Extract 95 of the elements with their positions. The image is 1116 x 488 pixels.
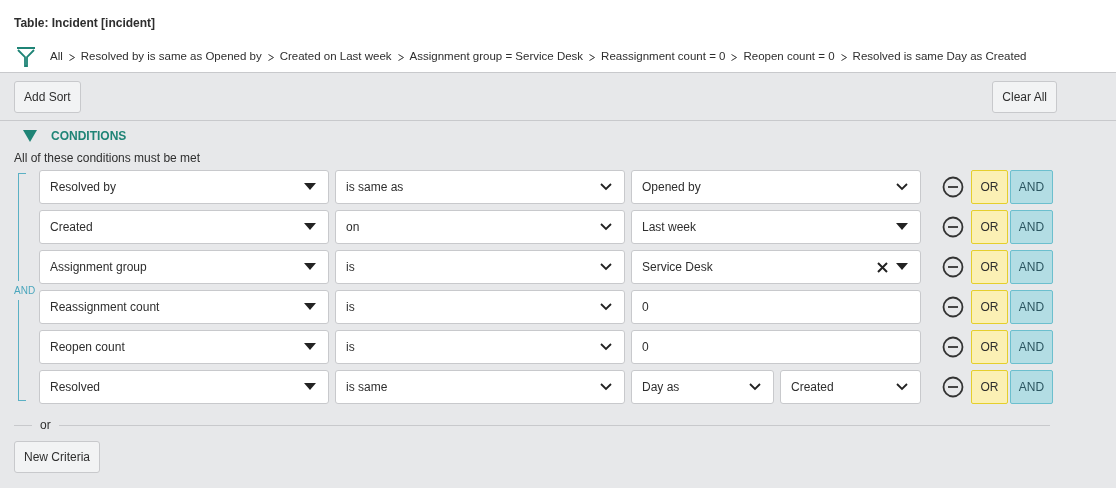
chevron-down-icon [600, 263, 612, 271]
or-button[interactable]: OR [971, 250, 1008, 284]
clear-all-button[interactable]: Clear All [992, 80, 1057, 113]
triangle-down-icon [304, 223, 316, 231]
or-button[interactable]: OR [971, 330, 1008, 364]
chevron-down-icon [600, 383, 612, 391]
dropdown-value: Assignment group [50, 259, 148, 276]
dropdown-value: Created [791, 379, 835, 396]
dropdown-field[interactable]: Day as [631, 370, 774, 404]
chevron-right-icon [731, 53, 738, 61]
dropdown-value: Created [50, 219, 94, 236]
group-operator-label: AND [14, 281, 36, 300]
chevron-down-icon [600, 183, 612, 191]
or-button[interactable]: OR [971, 210, 1008, 244]
collapse-toggle-icon[interactable] [23, 130, 37, 142]
dropdown-field[interactable]: Created [39, 210, 329, 244]
or-separator-label: or [40, 417, 51, 434]
triangle-down-icon [304, 263, 316, 271]
and-button[interactable]: AND [1010, 330, 1053, 364]
and-button[interactable]: AND [1010, 290, 1053, 324]
section-heading: CONDITIONS [51, 128, 127, 145]
chevron-down-icon [896, 183, 908, 191]
and-button[interactable]: AND [1010, 170, 1053, 204]
remove-icon[interactable] [942, 216, 964, 238]
chevron-right-icon [267, 53, 274, 61]
breadcrumb-link[interactable]: Created on Last week [279, 48, 392, 66]
chevron-down-icon [896, 383, 908, 391]
remove-icon[interactable] [942, 296, 964, 318]
input-field[interactable]: 0 [631, 330, 921, 364]
or-button[interactable]: OR [971, 170, 1008, 204]
dropdown-value: is same [346, 379, 389, 396]
dropdown-field[interactable]: Reopen count [39, 330, 329, 364]
clear-icon[interactable] [877, 261, 888, 273]
breadcrumb-link[interactable]: Reopen count = 0 [743, 48, 835, 66]
triangle-down-icon [304, 383, 316, 391]
triangle-down-icon [304, 343, 316, 351]
dropdown-value: Opened by [642, 179, 702, 196]
dropdown-field[interactable]: Opened by [631, 170, 921, 204]
dropdown-field[interactable]: Last week [631, 210, 921, 244]
remove-icon[interactable] [942, 176, 964, 198]
dropdown-field[interactable]: Service Desk [631, 250, 921, 284]
dropdown-value: Resolved [50, 379, 102, 396]
chevron-right-icon [397, 53, 404, 61]
input-field[interactable]: 0 [631, 290, 921, 324]
or-button[interactable]: OR [971, 370, 1008, 404]
dropdown-value: is same as [346, 179, 405, 196]
chevron-down-icon [600, 343, 612, 351]
dropdown-field[interactable]: is same as [335, 170, 625, 204]
dropdown-field[interactable]: is [335, 250, 625, 284]
breadcrumb-link[interactable]: Resolved by is same as Opened by [80, 48, 262, 66]
dropdown-field[interactable]: Resolved [39, 370, 329, 404]
dropdown-value: is [346, 259, 356, 276]
breadcrumb-link[interactable]: Resolved is same Day as Created [852, 48, 1027, 66]
triangle-down-icon [304, 183, 316, 191]
dropdown-value: is [346, 339, 356, 356]
breadcrumb-link[interactable]: All [50, 48, 63, 66]
triangle-down-icon [896, 263, 908, 271]
table-title: Table: Incident [incident] [14, 15, 157, 32]
dropdown-value: Last week [642, 219, 698, 236]
remove-icon[interactable] [942, 256, 964, 278]
triangle-down-icon [896, 223, 908, 231]
breadcrumb-link[interactable]: Reassignment count = 0 [601, 48, 726, 66]
breadcrumb-link[interactable]: Assignment group = Service Desk [409, 48, 584, 66]
dropdown-field[interactable]: Resolved by [39, 170, 329, 204]
dropdown-value: Service Desk [642, 259, 714, 276]
remove-icon[interactable] [942, 376, 964, 398]
and-button[interactable]: AND [1010, 210, 1053, 244]
conditions-note: All of these conditions must be met [14, 151, 202, 165]
remove-icon[interactable] [942, 336, 964, 358]
chevron-right-icon [589, 53, 596, 61]
dropdown-field[interactable]: is [335, 330, 625, 364]
dropdown-value: is [346, 299, 356, 316]
dropdown-field[interactable]: is [335, 290, 625, 324]
dropdown-field[interactable]: on [335, 210, 625, 244]
triangle-down-icon [304, 303, 316, 311]
new-criteria-button[interactable]: New Criteria [14, 441, 100, 473]
chevron-down-icon [600, 223, 612, 231]
filter-icon[interactable] [16, 46, 36, 68]
and-button[interactable]: AND [1010, 250, 1053, 284]
chevron-down-icon [600, 303, 612, 311]
dropdown-field[interactable]: Assignment group [39, 250, 329, 284]
dropdown-value: Resolved by [50, 179, 118, 196]
and-button[interactable]: AND [1010, 370, 1053, 404]
dropdown-value: Reopen count [50, 339, 126, 356]
dropdown-field[interactable]: is same [335, 370, 625, 404]
dropdown-value: Reassignment count [50, 299, 161, 316]
dropdown-field[interactable]: Reassignment count [39, 290, 329, 324]
chevron-right-icon [840, 53, 847, 61]
chevron-right-icon [68, 53, 75, 61]
dropdown-value: on [346, 219, 361, 236]
dropdown-value: Day as [642, 379, 681, 396]
dropdown-field[interactable]: Created [780, 370, 921, 404]
chevron-down-icon [749, 383, 761, 391]
add-sort-button[interactable]: Add Sort [14, 80, 81, 113]
or-button[interactable]: OR [971, 290, 1008, 324]
